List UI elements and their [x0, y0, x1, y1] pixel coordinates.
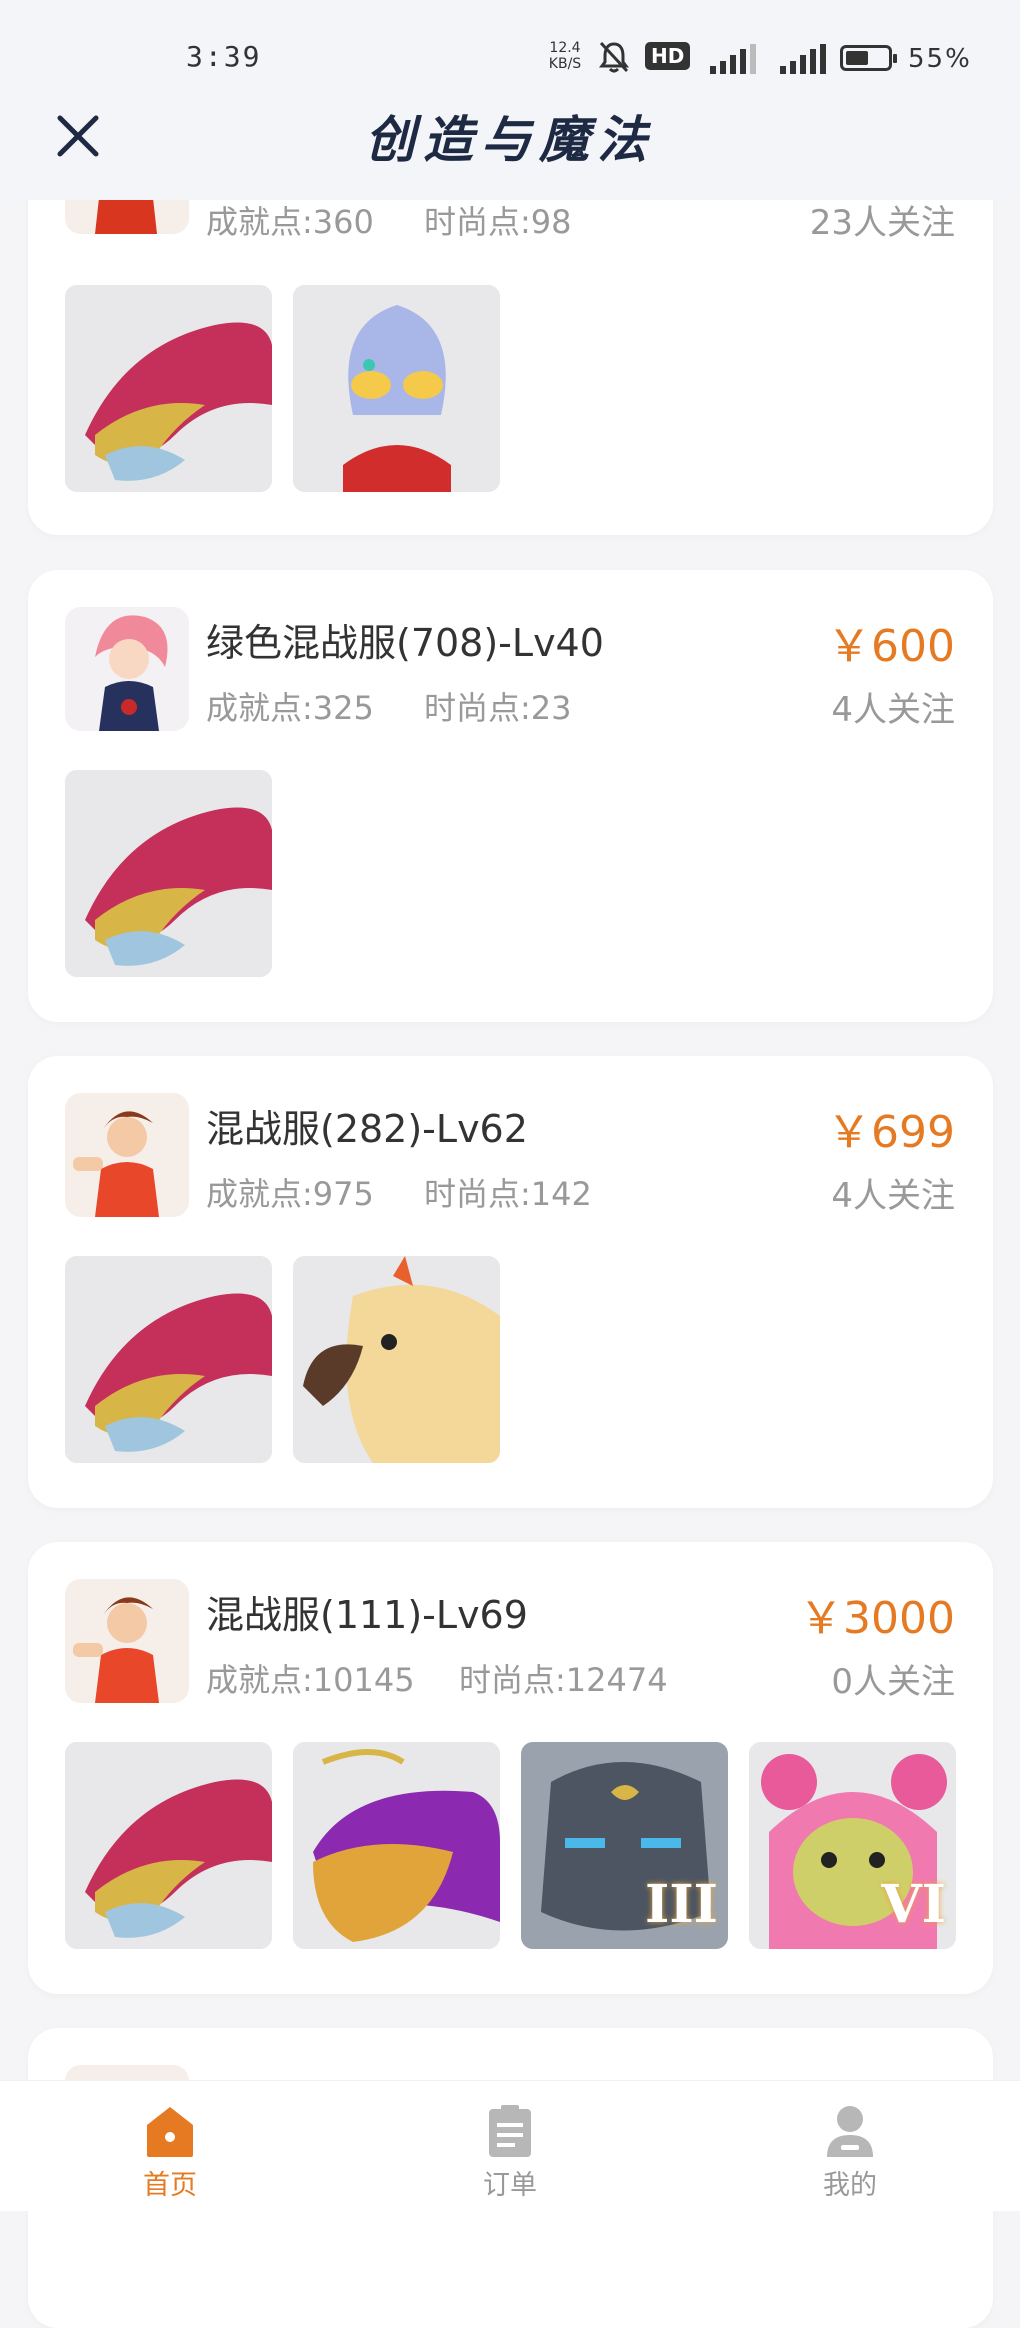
- follower-count: 0人关注: [831, 1662, 955, 1702]
- listing-card[interactable]: 混战服(282)-Lv62 ￥699 成就点:975 时尚点:142 4人关注: [28, 1056, 993, 1508]
- nav-profile[interactable]: 我的: [750, 2103, 950, 2202]
- fashion-points: 时尚点:23: [424, 689, 572, 727]
- fashion-points: 时尚点:98: [424, 203, 572, 241]
- status-time: 3:39: [186, 40, 262, 73]
- fashion-points: 时尚点:12474: [459, 1661, 668, 1699]
- listing-avatar: [65, 1579, 189, 1703]
- nav-profile-label: 我的: [823, 2170, 877, 2201]
- achievement-points: 成就点:325: [206, 689, 374, 727]
- top-bar: 3:39 12.4 KB/S HD 55% 创造与魔法: [0, 0, 1020, 200]
- net-speed-unit: KB/S: [548, 56, 582, 72]
- parrot-mount-thumb[interactable]: [293, 1256, 500, 1463]
- achievement-points: 成就点:10145: [206, 1661, 415, 1699]
- battery-icon: [840, 45, 897, 71]
- golden-whale-mount-thumb[interactable]: [293, 1742, 500, 1949]
- page-title: 创造与魔法: [365, 110, 655, 169]
- achievement-points: 成就点:360: [206, 203, 374, 241]
- listing-price: ￥699: [827, 1107, 955, 1158]
- net-speed-value: 12.4: [549, 40, 581, 56]
- battery-fill: [846, 51, 868, 65]
- listing-card[interactable]: 混战服(111)-Lv69 ￥3000 成就点:10145 时尚点:12474 …: [28, 1542, 993, 1994]
- stone-golem-pet-thumb[interactable]: III: [521, 1742, 728, 1949]
- follower-count: 4人关注: [831, 1176, 955, 1216]
- bell-muted-icon: [599, 41, 629, 73]
- listing-avatar: [65, 607, 189, 731]
- listing-avatar: [65, 1093, 189, 1217]
- nav-home[interactable]: 首页: [70, 2103, 270, 2202]
- fashion-points: 时尚点:142: [424, 1175, 592, 1213]
- dragon-mount-thumb[interactable]: [65, 1742, 272, 1949]
- signal-icon-2: [780, 44, 826, 74]
- listing-card[interactable]: 绿色混战服(708)-Lv40 ￥600 成就点:325 时尚点:23 4人关注: [28, 570, 993, 1022]
- nav-orders-label: 订单: [483, 2170, 537, 2201]
- dragon-mount-thumb[interactable]: [65, 1256, 272, 1463]
- hd-badge: HD: [645, 42, 691, 70]
- listing-name: 混战服(282)-Lv62: [206, 1107, 528, 1151]
- listing-price: ￥600: [827, 621, 955, 672]
- dragon-mount-thumb[interactable]: [65, 285, 272, 492]
- achievement-points: 成就点:975: [206, 1175, 374, 1213]
- listing-name: 绿色混战服(708)-Lv40: [206, 621, 604, 665]
- order-icon: [489, 2105, 531, 2157]
- battery-percent: 55%: [908, 44, 972, 74]
- signal-icon: [710, 44, 756, 74]
- follower-count: 4人关注: [831, 690, 955, 730]
- item-tier-badge: VI: [881, 1874, 946, 1935]
- listing-name: 混战服(111)-Lv69: [206, 1593, 528, 1637]
- profile-icon: [827, 2106, 873, 2157]
- item-tier-badge: III: [645, 1874, 718, 1935]
- pink-bear-pet-thumb[interactable]: VI: [749, 1742, 956, 1949]
- follower-count: 23人关注: [809, 203, 955, 243]
- nav-orders[interactable]: 订单: [410, 2103, 610, 2202]
- net-speed: 12.4 KB/S: [545, 40, 585, 72]
- home-icon: [147, 2107, 193, 2157]
- ultraman-pet-thumb[interactable]: [293, 285, 500, 492]
- nav-home-label: 首页: [143, 2170, 197, 2201]
- dragon-mount-thumb[interactable]: [65, 770, 272, 977]
- listing-price: ￥3000: [799, 1593, 955, 1644]
- bottom-nav: 首页 订单 我的: [0, 2080, 1020, 2211]
